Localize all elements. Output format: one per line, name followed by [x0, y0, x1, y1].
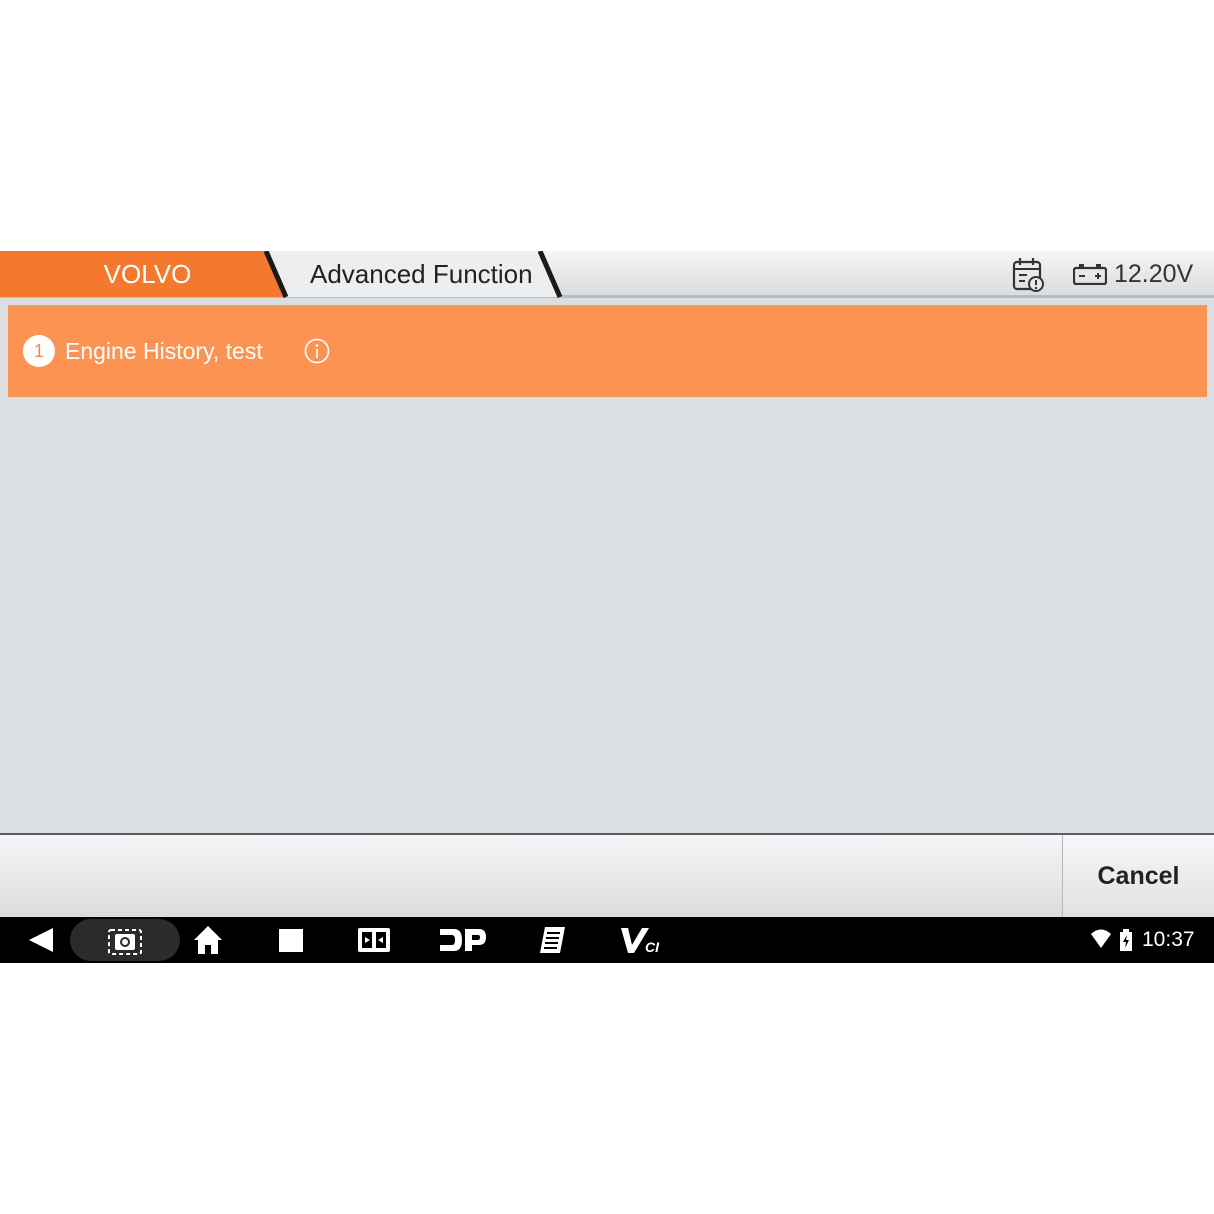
info-icon[interactable]: [304, 338, 330, 364]
clock: 10:37: [1142, 928, 1195, 951]
vci-icon[interactable]: CI: [618, 917, 664, 963]
manual-icon[interactable]: [536, 917, 568, 963]
app-screen: VOLVO Advanced Function 12.20V 1 Engine …: [0, 251, 1214, 963]
system-nav-bar: CI 10:37: [0, 917, 1214, 963]
action-bar: Cancel: [0, 835, 1214, 917]
tab-advanced-function[interactable]: Advanced Function: [310, 251, 533, 298]
battery-voltage: 12.20V: [1114, 260, 1194, 288]
tab-volvo[interactable]: VOLVO: [60, 251, 235, 298]
battery-icon: [1073, 264, 1107, 285]
list-item[interactable]: 1 Engine History, test: [8, 305, 1207, 397]
display-icon[interactable]: [356, 917, 392, 963]
header-bar: VOLVO Advanced Function 12.20V: [0, 251, 1214, 298]
home-icon[interactable]: [192, 917, 224, 963]
recents-icon[interactable]: [276, 917, 306, 963]
cancel-button[interactable]: Cancel: [1062, 835, 1214, 917]
function-list: 1 Engine History, test: [0, 301, 1214, 835]
dp-icon[interactable]: [438, 917, 488, 963]
wifi-icon: [1091, 929, 1111, 948]
screenshot-icon: [108, 929, 142, 955]
battery-status-icon: [1120, 929, 1132, 951]
svg-text:CI: CI: [645, 939, 660, 955]
item-number-badge: 1: [23, 335, 55, 367]
item-label: Engine History, test: [65, 338, 263, 364]
calendar-icon[interactable]: [1012, 257, 1046, 293]
back-icon[interactable]: [26, 917, 56, 963]
